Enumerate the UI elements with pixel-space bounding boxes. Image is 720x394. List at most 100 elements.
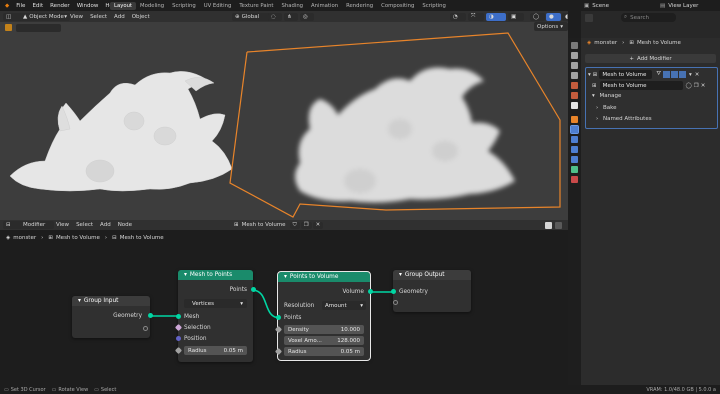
outliner-toolbar — [568, 11, 581, 38]
chevron-down-icon: ▾ — [592, 93, 595, 99]
mesh-input-socket[interactable] — [175, 314, 181, 319]
geometry-input-socket[interactable] — [390, 289, 396, 294]
tab-rendering[interactable]: Rendering — [342, 2, 377, 10]
socket-label: Geometry — [399, 288, 428, 295]
node-group-field[interactable]: ⊞ Mesh to Volume ◯ ❐ ✕ — [592, 81, 709, 90]
tab-scripting[interactable]: Scripting — [168, 2, 200, 10]
resolution-value: Amount — [325, 302, 347, 309]
viewport-scene — [9, 32, 561, 218]
socket-label: Position — [184, 335, 207, 342]
shield-icon[interactable]: ◯ — [686, 83, 692, 89]
menu-render[interactable]: Render — [50, 3, 70, 9]
scene-selector[interactable]: ▣ Scene — [584, 1, 644, 10]
scene-tab-icon[interactable] — [571, 82, 578, 89]
viewport-icon[interactable] — [671, 71, 678, 78]
radius-field[interactable]: Radius 0.05 m — [284, 347, 364, 356]
node-header: ▾ Group Input — [72, 296, 150, 306]
search-input[interactable]: ⌕ Search — [621, 13, 676, 22]
node-title: Mesh to Points — [189, 272, 233, 278]
physics-tab-icon[interactable] — [571, 146, 578, 153]
object-tab-icon[interactable] — [571, 116, 578, 123]
density-field[interactable]: Density 10.000 — [284, 325, 364, 334]
collapse-icon[interactable]: ▾ — [184, 272, 187, 278]
socket-label: Selection — [184, 324, 211, 331]
input-row-position: Position — [178, 333, 253, 344]
properties-editor: ◈ monster › ⊞ Mesh to Volume + Add Modif… — [581, 38, 720, 385]
node-editor[interactable]: ⊟ Modifier View Select Add Node ⊞ Mesh t… — [0, 220, 568, 385]
tool-tab-icon[interactable] — [571, 42, 578, 49]
modifier-icon: ⊞ — [629, 40, 634, 46]
link-points-to-points — [251, 289, 281, 319]
input-row-mesh: Mesh — [178, 311, 253, 322]
world-tab-icon[interactable] — [571, 92, 578, 99]
viewport-3d[interactable]: ◫ ▲ Object Mode ▾ View Select Add Object… — [0, 11, 568, 220]
view-layer-icon: ▤ — [660, 2, 666, 9]
material-tab-icon[interactable] — [571, 176, 578, 183]
radius-field[interactable]: Radius 0.05 m — [184, 346, 247, 355]
voxel-amount-field[interactable]: Voxel Amo... 128.000 — [284, 336, 364, 345]
input-row-points: Points — [278, 312, 370, 323]
tab-animation[interactable]: Animation — [307, 2, 342, 10]
editmode-icon[interactable] — [663, 71, 670, 78]
tab-scripting-2[interactable]: Scripting — [418, 2, 450, 10]
view-layer-name: View Layer — [668, 2, 699, 9]
output-tab-icon[interactable] — [571, 62, 578, 69]
status-hint-rotate: Rotate View — [58, 386, 89, 393]
node-group-input[interactable]: ▾ Group Input Geometry — [72, 296, 153, 338]
menu-edit[interactable]: Edit — [32, 3, 43, 9]
tab-shading[interactable]: Shading — [278, 2, 308, 10]
close-icon[interactable]: ✕ — [695, 72, 700, 78]
modifier-tab-icon[interactable] — [570, 125, 579, 134]
section-bake[interactable]: › Bake — [596, 105, 616, 111]
node-mesh-to-points[interactable]: ▾ Mesh to Points Points Vertices ▾ Mesh … — [174, 270, 256, 362]
resolution-dropdown[interactable]: Amount ▾ — [322, 301, 366, 310]
view-layer-selector[interactable]: ▤ View Layer — [660, 1, 720, 10]
filter-icon[interactable]: ⛛ — [656, 71, 661, 78]
collapse-icon[interactable]: ▾ — [399, 272, 402, 278]
status-hint-cursor: Set 3D Cursor — [10, 386, 46, 393]
collection-tab-icon[interactable] — [571, 102, 578, 109]
tab-texture-paint[interactable]: Texture Paint — [235, 2, 277, 10]
chevron-down-icon: ▾ — [360, 302, 363, 309]
node-group-output[interactable]: ▾ Group Output Geometry — [390, 270, 471, 312]
add-modifier-button[interactable]: + Add Modifier — [585, 54, 716, 63]
points-input-socket[interactable] — [275, 315, 281, 320]
extension-socket[interactable] — [393, 300, 398, 305]
dropdown-icon[interactable]: ▾ — [689, 72, 692, 78]
close-icon[interactable]: ✕ — [701, 83, 706, 89]
geometry-output-socket[interactable] — [147, 313, 153, 318]
status-bar: ▭ Set 3D Cursor ▭ Rotate View ▭ Select V… — [0, 385, 720, 394]
blender-logo-icon[interactable]: ◆ — [5, 3, 9, 9]
chevron-right-icon: › — [622, 40, 625, 46]
chevron-down-icon: ▾ — [240, 300, 243, 307]
tab-modeling[interactable]: Modeling — [136, 2, 168, 10]
render-tab-icon[interactable] — [571, 52, 578, 59]
particles-tab-icon[interactable] — [571, 136, 578, 143]
tab-layout[interactable]: Layout — [110, 1, 137, 10]
constraints-tab-icon[interactable] — [571, 156, 578, 163]
outliner-filter-icon[interactable] — [585, 14, 593, 22]
menu-file[interactable]: File — [16, 3, 25, 9]
chevron-right-icon: › — [596, 105, 599, 111]
status-hint-select: Select — [100, 386, 117, 393]
node-points-to-volume[interactable]: ▾ Points to Volume Volume Resolution Amo… — [274, 271, 373, 361]
input-row: Geometry — [393, 286, 471, 297]
section-named-attributes[interactable]: › Named Attributes — [596, 116, 652, 122]
duplicate-icon[interactable]: ❐ — [694, 83, 699, 89]
tab-compositing[interactable]: Compositing — [377, 2, 418, 10]
mode-dropdown[interactable]: Vertices ▾ — [184, 299, 247, 308]
tab-uv-editing[interactable]: UV Editing — [200, 2, 236, 10]
data-tab-icon[interactable] — [571, 166, 578, 173]
position-input-socket[interactable] — [175, 336, 181, 341]
view-layer-tab-icon[interactable] — [571, 72, 578, 79]
collapse-icon[interactable]: ▾ — [78, 298, 81, 304]
section-manage[interactable]: ▾ Manage — [592, 93, 621, 99]
collapse-icon[interactable]: ▾ — [284, 274, 287, 280]
render-icon[interactable] — [679, 71, 686, 78]
menu-window[interactable]: Window — [77, 3, 99, 9]
chevron-down-icon[interactable]: ▾ — [588, 72, 591, 78]
points-output-socket[interactable] — [250, 287, 256, 292]
extension-socket[interactable] — [143, 326, 148, 331]
volume-output-socket[interactable] — [367, 289, 373, 294]
modifier-name-field[interactable]: Mesh to Volume — [599, 70, 653, 79]
